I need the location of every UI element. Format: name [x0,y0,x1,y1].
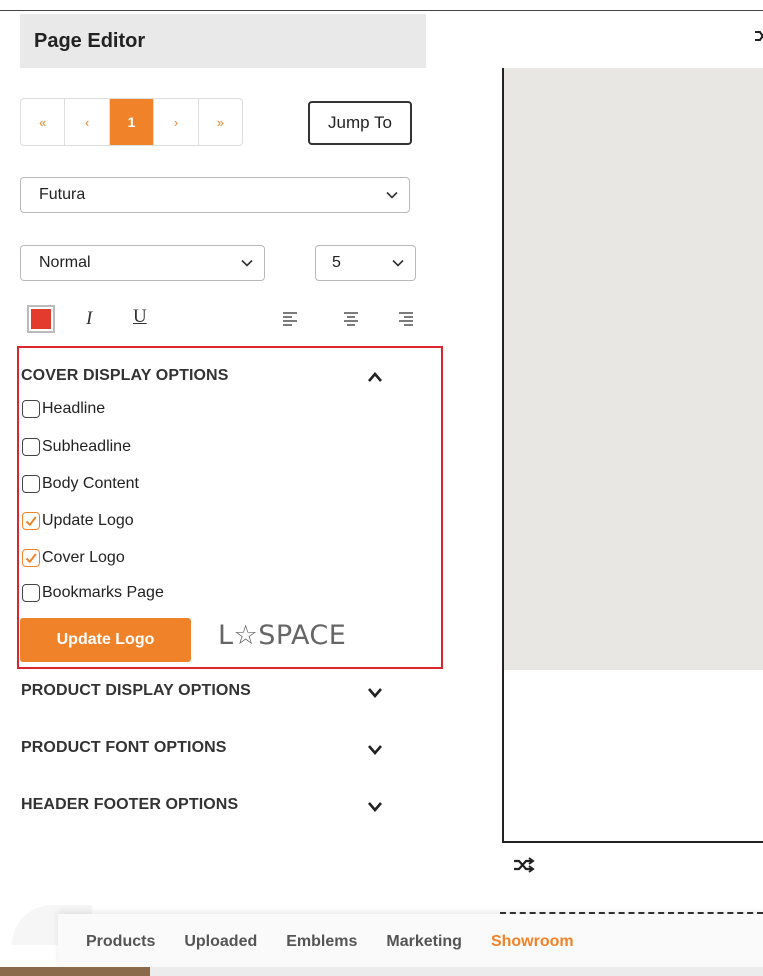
header-footer-options-title[interactable]: HEADER FOOTER OPTIONS [21,796,238,814]
font-family-select[interactable]: Futura [20,177,410,213]
cover-display-options-title[interactable]: COVER DISPLAY OPTIONS [21,367,228,385]
checkbox-label: Body Content [42,475,139,492]
chevron-down-icon [241,259,253,267]
next-page-button[interactable]: › [154,99,199,145]
chevron-up-icon[interactable] [367,371,383,383]
checkbox-label: Subheadline [42,438,131,455]
last-page-button[interactable]: » [199,99,242,145]
pagination: « ‹ 1 › » [20,98,243,146]
product-font-options-title[interactable]: PRODUCT FONT OPTIONS [21,739,227,757]
prev-page-button[interactable]: ‹ [65,99,110,145]
current-page-button[interactable]: 1 [109,99,155,145]
checkbox-checked[interactable] [22,549,40,567]
shuffle-icon[interactable] [513,856,535,874]
checkbox-label: Bookmarks Page [42,584,164,601]
chevron-down-icon[interactable] [367,800,383,812]
checkbox-label: Update Logo [42,512,134,529]
product-display-options-title[interactable]: PRODUCT DISPLAY OPTIONS [21,682,251,700]
chevron-down-icon [386,191,398,199]
italic-button[interactable]: I [86,308,92,330]
checkbox-body-content[interactable]: Body Content [22,475,139,493]
text-color-picker[interactable] [27,305,55,333]
tab-marketing[interactable]: Marketing [386,933,462,951]
align-left-icon[interactable] [282,310,298,328]
checkbox-headline[interactable]: Headline [22,400,105,418]
align-right-icon[interactable] [398,310,414,328]
checkbox-bookmarks-page[interactable]: Bookmarks Page [22,584,164,602]
font-style-select[interactable]: Normal [20,245,265,281]
top-divider [0,10,763,11]
tab-showroom[interactable]: Showroom [491,933,574,951]
page-preview-canvas[interactable] [504,68,763,670]
asset-tabs: Products Uploaded Emblems Marketing Show… [58,914,763,970]
checkbox-label: Cover Logo [42,549,125,566]
checkbox-update-logo[interactable]: Update Logo [22,512,134,530]
tab-products[interactable]: Products [86,933,155,951]
checkbox-checked[interactable] [22,512,40,530]
checkbox-subheadline[interactable]: Subheadline [22,438,131,456]
tab-emblems[interactable]: Emblems [286,933,357,951]
tab-uploaded[interactable]: Uploaded [184,933,257,951]
checkbox-unchecked[interactable] [22,438,40,456]
update-logo-button[interactable]: Update Logo [20,618,191,662]
first-page-button[interactable]: « [21,99,66,145]
checkbox-unchecked[interactable] [22,584,40,602]
font-style-value: Normal [39,254,91,271]
align-center-icon[interactable] [343,310,359,328]
logo-preview: L☆SPACE [218,620,347,651]
page-title: Page Editor [34,29,146,52]
checkbox-unchecked[interactable] [22,475,40,493]
font-size-value: 5 [332,254,341,271]
color-swatch-fill [31,309,51,329]
chevron-down-icon [392,259,404,267]
status-strip-thumbnail [0,967,150,976]
font-size-select[interactable]: 5 [315,245,416,281]
shuffle-icon[interactable] [754,28,763,44]
page-editor-header: Page Editor [20,14,426,68]
jump-to-button[interactable]: Jump To [308,101,412,145]
checkbox-cover-logo[interactable]: Cover Logo [22,549,125,567]
font-family-value: Futura [39,186,86,203]
underline-button[interactable]: U [133,306,147,328]
chevron-down-icon[interactable] [367,686,383,698]
chevron-down-icon[interactable] [367,743,383,755]
checkmark-icon [25,516,37,527]
checkbox-unchecked[interactable] [22,400,40,418]
checkbox-label: Headline [42,400,106,417]
checkmark-icon [25,553,37,564]
